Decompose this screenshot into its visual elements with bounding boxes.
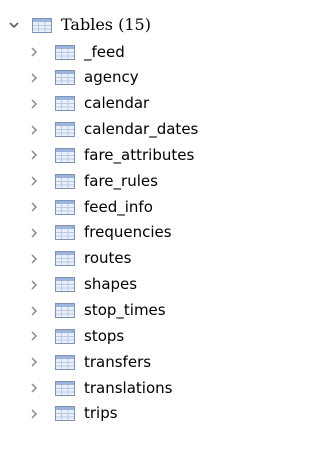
- chevron-right-icon[interactable]: [28, 330, 40, 342]
- tree-node-label: fare_attributes: [84, 145, 195, 164]
- tree-node-table[interactable]: routes: [0, 246, 256, 272]
- tree-root-label: Tables (15): [61, 15, 151, 34]
- tree-node-label: shapes: [84, 275, 138, 294]
- tree-node-label: frequencies: [84, 223, 172, 242]
- tree-node-table[interactable]: trips: [0, 401, 256, 427]
- table-icon: [55, 70, 75, 86]
- chevron-right-icon[interactable]: [28, 382, 40, 394]
- chevron-right-icon[interactable]: [28, 356, 40, 368]
- tree-node-table[interactable]: frequencies: [0, 220, 256, 246]
- chevron-right-icon[interactable]: [28, 253, 40, 265]
- table-icon: [55, 96, 75, 112]
- table-icon: [55, 277, 75, 293]
- table-icon: [55, 199, 75, 215]
- tree-node-label: feed_info: [84, 197, 153, 216]
- table-icon: [55, 147, 75, 163]
- table-icon: [55, 328, 75, 344]
- tree-node-table[interactable]: fare_rules: [0, 168, 256, 194]
- tree-node-label: trips: [84, 404, 118, 423]
- tree-node-label: _feed: [84, 42, 125, 61]
- chevron-right-icon[interactable]: [28, 279, 40, 291]
- tree-node-label: routes: [84, 249, 132, 268]
- tree-node-label: calendar_dates: [84, 120, 199, 139]
- chevron-right-icon[interactable]: [28, 72, 40, 84]
- chevron-right-icon[interactable]: [28, 46, 40, 58]
- table-icon: [55, 380, 75, 396]
- tree-node-table[interactable]: calendar: [0, 91, 256, 117]
- tree-node-table[interactable]: stop_times: [0, 298, 256, 324]
- table-icon: [55, 44, 75, 60]
- tree-node-label: stop_times: [84, 301, 166, 319]
- table-icon: [55, 225, 75, 241]
- table-icon: [55, 303, 75, 318]
- chevron-right-icon[interactable]: [28, 124, 40, 136]
- tree-node-tables[interactable]: Tables (15): [0, 12, 256, 38]
- tables-tree: Tables (15) _feedagency calendar calendar_…: [0, 0, 256, 452]
- tree-node-table[interactable]: _feed: [0, 39, 256, 65]
- chevron-right-icon[interactable]: [28, 408, 40, 420]
- tree-node-label: fare_rules: [84, 171, 158, 190]
- chevron-right-icon[interactable]: [28, 305, 40, 317]
- tree-node-table[interactable]: agency: [0, 65, 256, 91]
- table-icon: [55, 354, 75, 370]
- table-icon: [32, 17, 52, 33]
- tree-node-table[interactable]: transfers: [0, 349, 256, 375]
- chevron-right-icon[interactable]: [28, 227, 40, 239]
- chevron-right-icon[interactable]: [28, 201, 40, 213]
- chevron-right-icon[interactable]: [28, 149, 40, 161]
- tree-node-table[interactable]: stops: [0, 323, 256, 349]
- tree-node-table[interactable]: shapes: [0, 272, 256, 298]
- table-icon: [55, 173, 75, 189]
- table-icon: [55, 251, 75, 267]
- chevron-down-icon[interactable]: [8, 19, 20, 31]
- tree-node-label: agency: [84, 68, 139, 87]
- tree-node-label: calendar: [84, 94, 150, 113]
- tree-node-table[interactable]: calendar_dates: [0, 117, 256, 143]
- table-icon: [55, 122, 75, 138]
- table-icon: [55, 406, 75, 422]
- tree-node-label: stops: [84, 326, 125, 345]
- tree-node-label: translations: [84, 378, 173, 397]
- tree-node-table[interactable]: translations: [0, 375, 256, 401]
- tree-node-table[interactable]: feed_info: [0, 194, 256, 220]
- tree-node-table[interactable]: fare_attributes: [0, 142, 256, 168]
- chevron-right-icon[interactable]: [28, 98, 40, 110]
- tree-node-label: transfers: [84, 352, 152, 371]
- chevron-right-icon[interactable]: [28, 175, 40, 187]
